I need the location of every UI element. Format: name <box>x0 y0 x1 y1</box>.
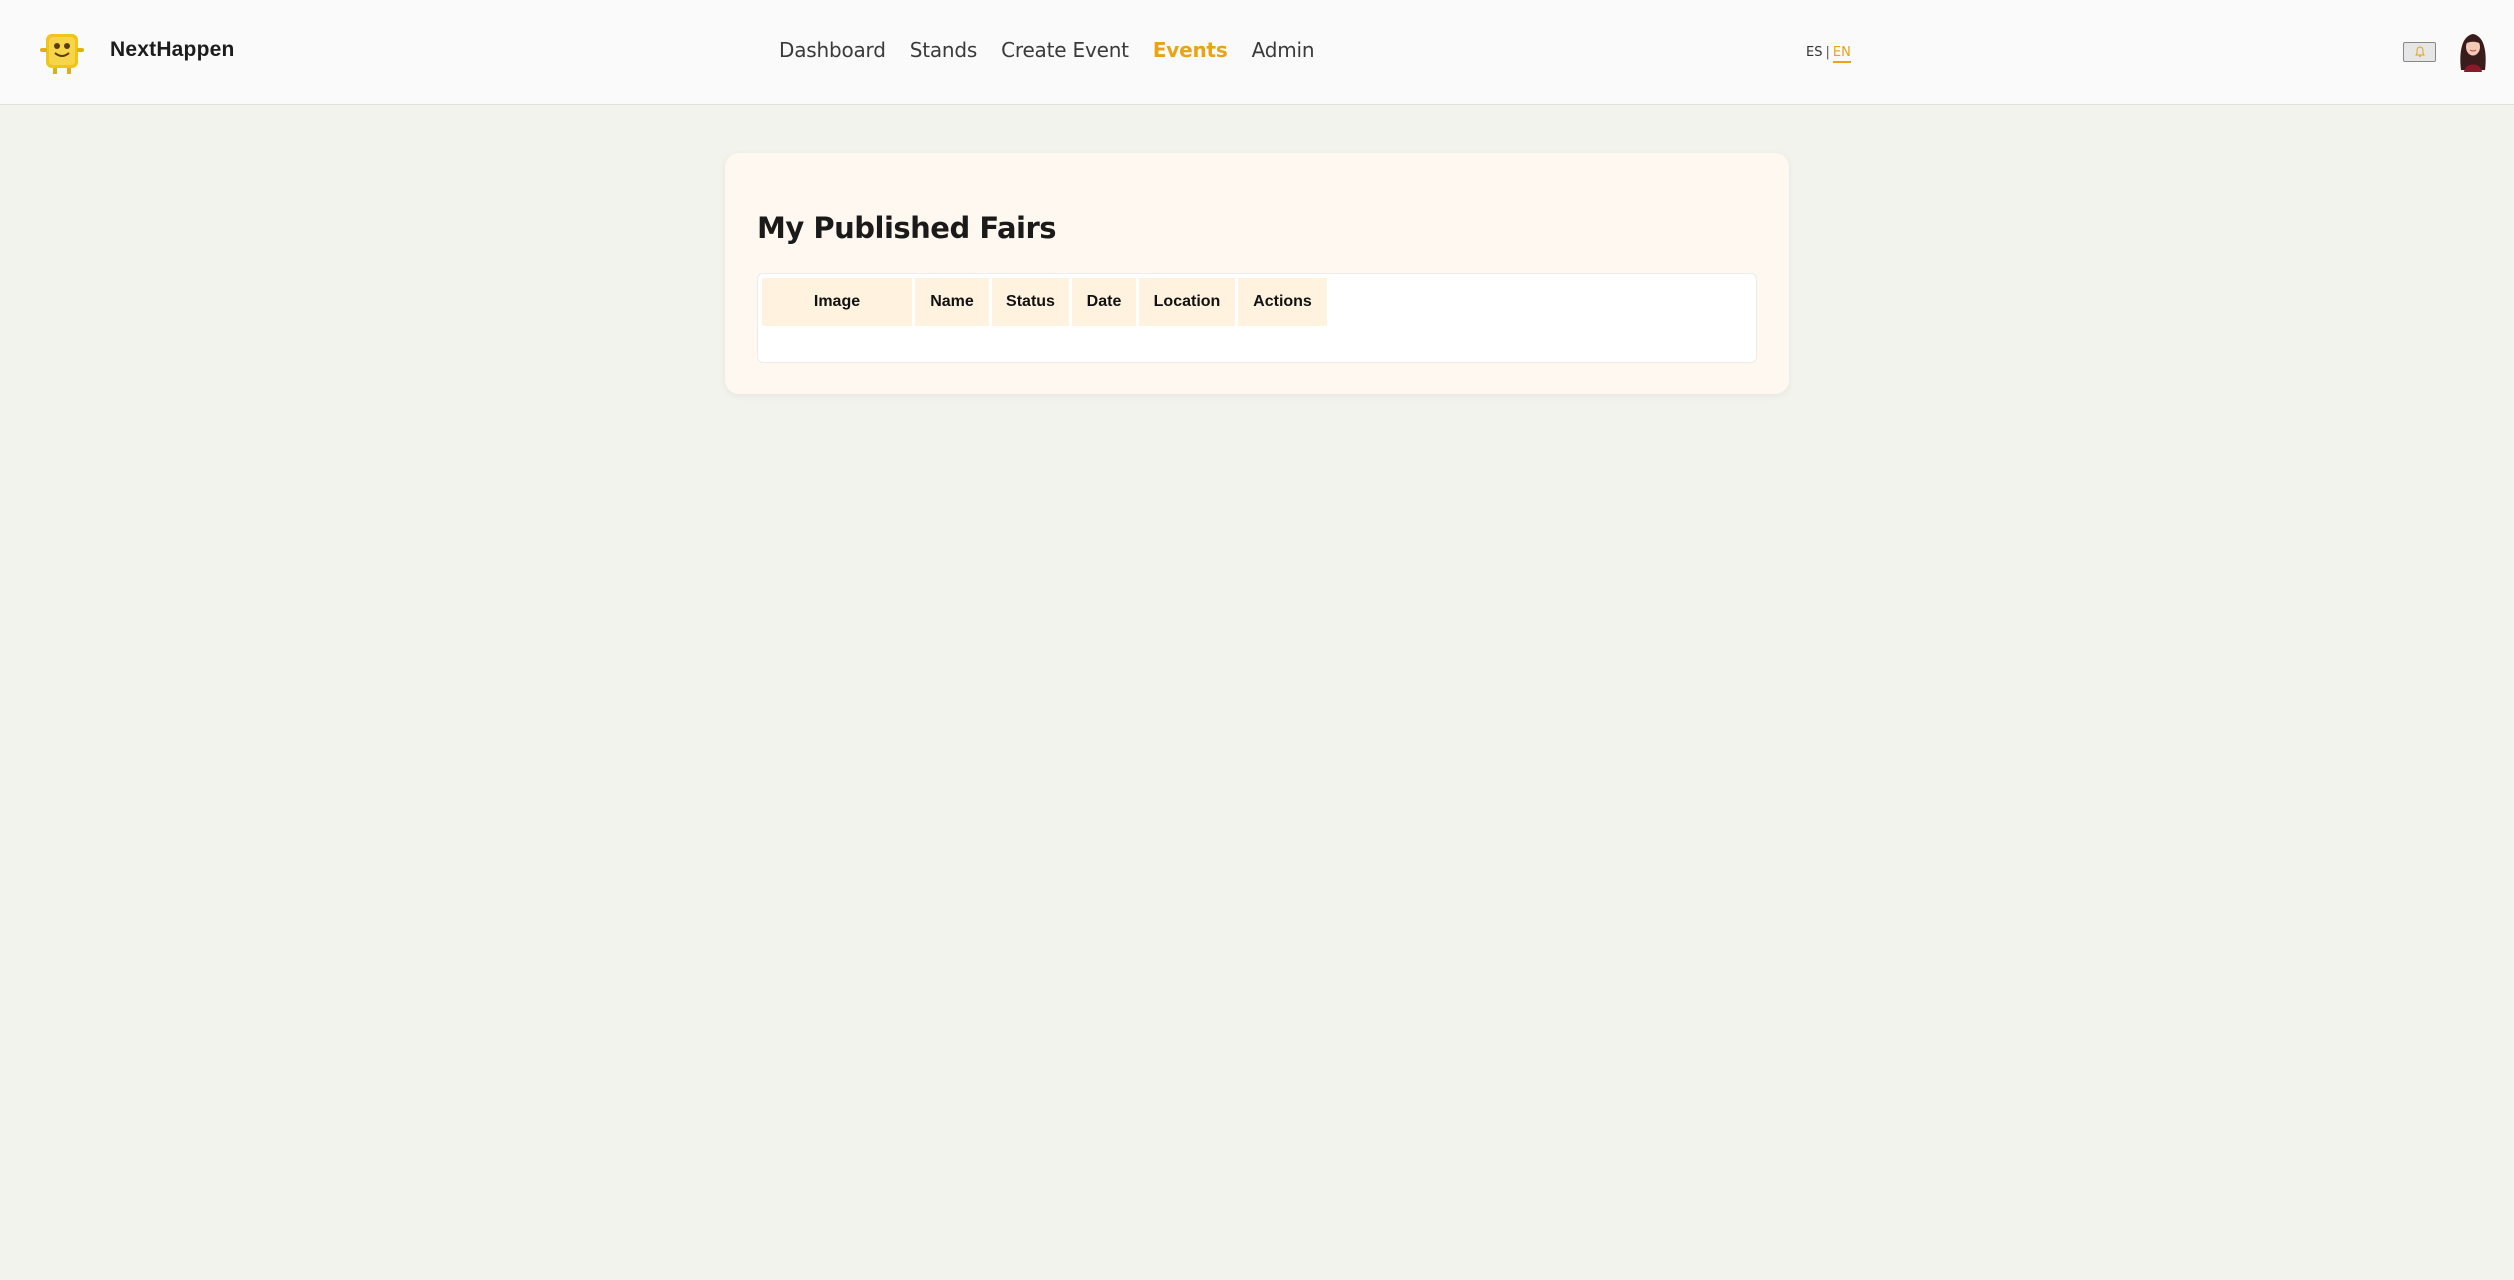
bell-icon <box>2414 46 2425 58</box>
column-header-location: Location <box>1139 278 1235 326</box>
page-title: My Published Fairs <box>757 211 1057 245</box>
nav-item-events[interactable]: Events <box>1153 38 1228 62</box>
notifications-button[interactable] <box>2403 42 2436 62</box>
nav-item-dashboard[interactable]: Dashboard <box>779 38 886 62</box>
top-navbar: NextHappen Dashboard Stands Create Event… <box>0 0 2514 105</box>
language-switcher: ES | EN <box>1806 45 1851 63</box>
lang-es[interactable]: ES <box>1806 45 1822 60</box>
brand-name[interactable]: NextHappen <box>110 38 235 62</box>
column-header-status: Status <box>992 278 1069 326</box>
lang-en[interactable]: EN <box>1832 45 1851 63</box>
nav-item-stands[interactable]: Stands <box>910 38 978 62</box>
nav-item-admin[interactable]: Admin <box>1252 38 1315 62</box>
table-header-row: Image Name Status Date Location Actions <box>762 278 1327 326</box>
lang-separator: | <box>1825 45 1830 60</box>
column-header-image: Image <box>762 278 912 326</box>
column-header-date: Date <box>1072 278 1136 326</box>
fairs-table: Image Name Status Date Location Actions <box>757 273 1757 363</box>
published-fairs-card: My Published Fairs Image Name Status Dat… <box>725 153 1789 394</box>
mascot-logo-icon[interactable] <box>38 28 86 76</box>
nav-item-create-event[interactable]: Create Event <box>1001 38 1129 62</box>
main-nav: Dashboard Stands Create Event Events Adm… <box>779 38 1315 62</box>
user-avatar-icon[interactable] <box>2455 30 2491 72</box>
column-header-name: Name <box>915 278 989 326</box>
column-header-actions: Actions <box>1238 278 1327 326</box>
